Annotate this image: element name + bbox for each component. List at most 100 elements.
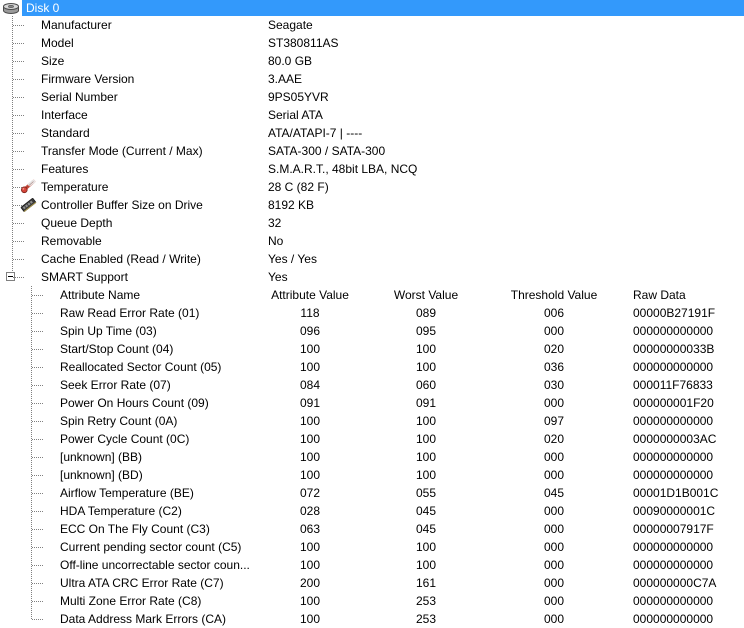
tree-connector: [32, 403, 43, 404]
smart-raw-data: 00090000001C: [633, 504, 716, 518]
smart-worst-value: 100: [415, 432, 437, 446]
smart-attribute-value: 028: [299, 504, 321, 518]
smart-raw-data: 0000000003AC: [633, 432, 717, 446]
smart-attribute-row[interactable]: Spin Up Time (03) 096 095 000 000000000000: [0, 322, 744, 340]
smart-attribute-value: 072: [299, 486, 321, 500]
smart-attribute-name: Current pending sector count (C5): [60, 540, 242, 554]
smart-attribute-name: Multi Zone Error Rate (C8): [60, 594, 202, 608]
smart-raw-data: 00000007917F: [633, 522, 714, 536]
property-row[interactable]: Transfer Mode (Current / Max) SATA-300 / …: [0, 142, 744, 160]
property-row[interactable]: Features S.M.A.R.T., 48bit LBA, NCQ: [0, 160, 744, 178]
smart-attribute-row[interactable]: Reallocated Sector Count (05) 100 100 036 00…: [0, 358, 744, 376]
smart-attribute-row[interactable]: Off-line uncorrectable sector coun... 100…: [0, 556, 744, 574]
property-row[interactable]: Size 80.0 GB: [0, 52, 744, 70]
tree-connector: [32, 313, 43, 314]
smart-attribute-name: Off-line uncorrectable sector coun...: [60, 558, 250, 572]
smart-attribute-row[interactable]: Airflow Temperature (BE) 072 055 045 00001D1…: [0, 484, 744, 502]
tree-connector: [13, 61, 24, 62]
smart-threshold-value: 000: [543, 594, 565, 608]
smart-threshold-value: 000: [543, 450, 565, 464]
smart-worst-value: 095: [415, 324, 437, 338]
smart-attribute-row[interactable]: Multi Zone Error Rate (C8) 100 253 000 00000…: [0, 592, 744, 610]
property-row[interactable]: Firmware Version 3.AAE: [0, 70, 744, 88]
smart-worst-value: 100: [415, 468, 437, 482]
smart-threshold-value: 000: [543, 540, 565, 554]
property-row[interactable]: Cache Enabled (Read / Write) Yes / Yes: [0, 250, 744, 268]
smart-worst-value: 100: [415, 360, 437, 374]
smart-worst-value: 100: [415, 540, 437, 554]
smart-attribute-row[interactable]: Start/Stop Count (04) 100 100 020 0000000003…: [0, 340, 744, 358]
property-row[interactable]: Standard ATA/ATAPI-7 | ----: [0, 124, 744, 142]
smart-worst-value: 089: [415, 306, 437, 320]
smart-attribute-name: Reallocated Sector Count (05): [60, 360, 222, 374]
smart-worst-value: 161: [415, 576, 437, 590]
smart-threshold-value: 000: [543, 504, 565, 518]
smart-attribute-value: 096: [299, 324, 321, 338]
smart-attribute-name: Raw Read Error Rate (01): [60, 306, 200, 320]
smart-attribute-name: Airflow Temperature (BE): [60, 486, 194, 500]
property-row[interactable]: Removable No: [0, 232, 744, 250]
smart-attribute-row[interactable]: Power Cycle Count (0C) 100 100 020 000000000…: [0, 430, 744, 448]
property-row[interactable]: Temperature 28 C (82 F): [0, 178, 744, 196]
smart-worst-value: 100: [415, 558, 437, 572]
smart-raw-data: 000000000000: [633, 468, 714, 482]
smart-threshold-value: 030: [543, 378, 565, 392]
property-row[interactable]: Serial Number 9PS05YVR: [0, 88, 744, 106]
smart-attribute-name: ECC On The Fly Count (C3): [60, 522, 210, 536]
column-header-attribute-value: Attribute Value: [271, 288, 349, 302]
smart-attribute-value: 100: [299, 468, 321, 482]
property-label: Features: [41, 162, 89, 176]
smart-worst-value: 253: [415, 612, 437, 626]
smart-attribute-row[interactable]: Spin Retry Count (0A) 100 100 097 0000000000…: [0, 412, 744, 430]
smart-raw-data: 000000000000: [633, 360, 714, 374]
tree-connector: [32, 583, 43, 584]
property-value: Yes / Yes: [268, 252, 317, 266]
property-row[interactable]: Controller Buffer Size on Drive 8192 KB: [0, 196, 744, 214]
smart-attribute-row[interactable]: ECC On The Fly Count (C3) 063 045 000 000000…: [0, 520, 744, 538]
tree-connector: [32, 493, 43, 494]
property-row[interactable]: Manufacturer Seagate: [0, 16, 744, 34]
property-label: Transfer Mode (Current / Max): [41, 144, 203, 158]
smart-threshold-value: 097: [543, 414, 565, 428]
smart-attribute-row[interactable]: [unknown] (BD) 100 100 000 000000000000: [0, 466, 744, 484]
property-row[interactable]: Interface Serial ATA: [0, 106, 744, 124]
tree-connector: [32, 421, 43, 422]
tree-connector: [13, 43, 24, 44]
tree-connector: [32, 565, 43, 566]
thermometer-icon: [20, 179, 37, 195]
smart-raw-data: 000000001F20: [633, 396, 714, 410]
smart-attribute-row[interactable]: Data Address Mark Errors (CA) 100 253 000 00…: [0, 610, 744, 628]
smart-threshold-value: 000: [543, 576, 565, 590]
smart-attribute-row[interactable]: Raw Read Error Rate (01) 118 089 006 00000B2…: [0, 304, 744, 322]
tree-connector: [13, 259, 24, 260]
property-row[interactable]: SMART Support Yes: [0, 268, 744, 286]
property-row[interactable]: Model ST380811AS: [0, 34, 744, 52]
property-value: ST380811AS: [268, 36, 339, 50]
property-value: ATA/ATAPI-7 | ----: [268, 126, 363, 140]
smart-worst-value: 100: [415, 342, 437, 356]
property-label: Controller Buffer Size on Drive: [41, 198, 203, 212]
property-value: Yes: [268, 270, 288, 284]
smart-attribute-name: Spin Retry Count (0A): [60, 414, 178, 428]
property-label: Firmware Version: [41, 72, 135, 86]
smart-threshold-value: 020: [543, 342, 565, 356]
smart-attribute-row[interactable]: [unknown] (BB) 100 100 000 000000000000: [0, 448, 744, 466]
tree-connector: [32, 601, 43, 602]
smart-attribute-row[interactable]: Current pending sector count (C5) 100 100 0…: [0, 538, 744, 556]
property-row[interactable]: Queue Depth 32: [0, 214, 744, 232]
tree-connector: [13, 97, 24, 98]
property-label: Temperature: [41, 180, 109, 194]
smart-attribute-row[interactable]: Ultra ATA CRC Error Rate (C7) 200 161 000 00…: [0, 574, 744, 592]
smart-threshold-value: 000: [543, 522, 565, 536]
smart-attribute-row[interactable]: Seek Error Rate (07) 084 060 030 000011F7683…: [0, 376, 744, 394]
property-label: Size: [41, 54, 65, 68]
smart-attribute-row[interactable]: HDA Temperature (C2) 028 045 000 00090000001…: [0, 502, 744, 520]
property-value: 28 C (82 F): [268, 180, 329, 194]
smart-attribute-row[interactable]: Power On Hours Count (09) 091 091 000 000000…: [0, 394, 744, 412]
column-header-worst-value: Worst Value: [393, 288, 459, 302]
smart-attribute-name: [unknown] (BD): [60, 468, 143, 482]
tree-connector: [32, 511, 43, 512]
smart-attribute-value: 200: [299, 576, 321, 590]
tree-root-disk0[interactable]: Disk 0: [0, 0, 744, 16]
smart-raw-data: 00000B27191F: [633, 306, 716, 320]
